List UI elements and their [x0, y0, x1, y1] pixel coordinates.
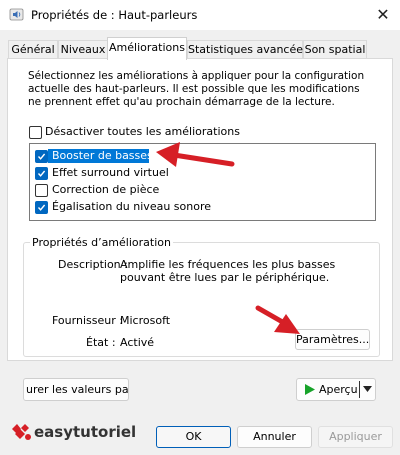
- tab-levels[interactable]: Niveaux: [58, 40, 108, 59]
- close-icon[interactable]: ✕: [372, 4, 394, 26]
- disable-all-label: Désactiver toutes les améliorations: [45, 125, 240, 138]
- speaker-properties-icon: [9, 7, 24, 22]
- restore-defaults-button[interactable]: urer les valeurs par d: [23, 378, 129, 401]
- apply-button[interactable]: Appliquer: [318, 426, 393, 448]
- description-value: Amplifie les fréquences les plus basses …: [120, 258, 336, 284]
- group-title: Propriétés d’amélioration: [30, 236, 173, 249]
- annotation-arrow-icon: [255, 305, 300, 334]
- provider-label: Fournisseur :: [52, 314, 123, 327]
- settings-button[interactable]: Paramètres...: [295, 329, 370, 350]
- description-label: Description :: [58, 258, 128, 271]
- provider-value: Microsoft: [120, 314, 171, 327]
- preview-label: Aperçu: [319, 383, 358, 396]
- window-title: Propriétés de : Haut-parleurs: [31, 8, 198, 22]
- ok-button[interactable]: OK: [156, 426, 231, 448]
- split-divider: [359, 381, 360, 398]
- bass-boost-checkbox[interactable]: [35, 150, 48, 163]
- state-value: Activé: [120, 336, 155, 349]
- preview-button[interactable]: Aperçu: [296, 378, 376, 401]
- bass-boost-label[interactable]: Booster de basses: [52, 149, 153, 162]
- room-correction-label[interactable]: Correction de pièce: [52, 183, 159, 196]
- tab-general[interactable]: Général: [8, 40, 58, 59]
- disable-all-checkbox[interactable]: [29, 126, 42, 139]
- dropdown-arrow-icon[interactable]: [363, 386, 372, 392]
- loudness-equalization-checkbox[interactable]: [35, 201, 48, 214]
- easytutoriel-logo-icon: [12, 424, 31, 440]
- virtual-surround-checkbox[interactable]: [35, 167, 48, 180]
- watermark-text: easytutoriel: [34, 423, 137, 441]
- room-correction-checkbox[interactable]: [35, 184, 48, 197]
- tab-advanced-statistics[interactable]: Statistiques avancées: [187, 40, 309, 59]
- instructions-text: Sélectionnez les améliorations à appliqu…: [28, 70, 365, 108]
- tab-spatial-sound[interactable]: Son spatial: [303, 40, 367, 59]
- cancel-button[interactable]: Annuler: [237, 426, 312, 448]
- tab-enhancements[interactable]: Améliorations: [107, 37, 187, 60]
- annotation-arrow-icon: [156, 142, 235, 167]
- loudness-equalization-label[interactable]: Égalisation du niveau sonore: [52, 200, 211, 213]
- state-label: État :: [86, 336, 116, 349]
- play-icon: [305, 384, 315, 395]
